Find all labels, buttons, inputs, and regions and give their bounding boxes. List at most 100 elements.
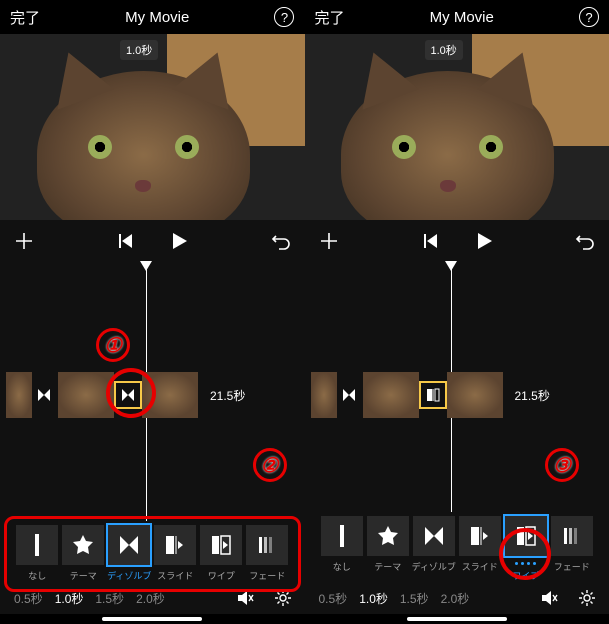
- variant-dots: [515, 562, 536, 565]
- clip[interactable]: [58, 372, 114, 418]
- fade-icon: [246, 525, 288, 565]
- annotation-label-1: ①: [96, 328, 130, 362]
- help-button[interactable]: ?: [274, 7, 294, 27]
- dissolve-icon: [108, 525, 150, 565]
- skip-back-button[interactable]: [113, 229, 137, 253]
- mute-button[interactable]: [233, 586, 257, 610]
- transport-bar: [0, 220, 305, 262]
- slide-icon: [459, 516, 501, 556]
- transition-label: なし: [333, 560, 351, 573]
- preview-content: [37, 71, 250, 220]
- duration-option[interactable]: 2.0秒: [437, 588, 474, 609]
- clip-track: 21.5秒: [305, 372, 609, 418]
- transition-label: なし: [28, 569, 46, 582]
- transition-label: テーマ: [374, 560, 401, 573]
- mute-button[interactable]: [537, 586, 561, 610]
- editor-pane-left: 完了 My Movie ? 1.0秒: [0, 0, 305, 624]
- clip[interactable]: [447, 372, 503, 418]
- duration-option[interactable]: 2.0秒: [132, 588, 169, 609]
- transition-option-slide[interactable]: スライド: [153, 525, 197, 582]
- transition-option-wipe[interactable]: ワイプ: [504, 516, 548, 582]
- remaining-duration: 21.5秒: [210, 387, 245, 404]
- transition-label: テーマ: [70, 569, 97, 582]
- wipe-icon: [505, 516, 547, 556]
- transition-option-wipe[interactable]: ワイプ: [199, 525, 243, 582]
- clip[interactable]: [142, 372, 198, 418]
- play-button[interactable]: [167, 229, 191, 253]
- transition-option-slide[interactable]: スライド: [458, 516, 502, 582]
- slide-icon: [154, 525, 196, 565]
- settings-button[interactable]: [271, 586, 295, 610]
- transition-option-none[interactable]: なし: [320, 516, 364, 582]
- transition-option-none[interactable]: なし: [15, 525, 59, 582]
- duration-options: 0.5秒1.0秒1.5秒2.0秒: [315, 588, 474, 609]
- transition-label: ディゾルブ: [412, 560, 456, 573]
- preview-content: [341, 71, 554, 220]
- transition-label: ワイプ: [512, 569, 539, 582]
- clip[interactable]: [311, 372, 337, 418]
- project-title: My Movie: [430, 9, 494, 26]
- home-indicator: [305, 614, 609, 624]
- add-media-button[interactable]: [317, 229, 341, 253]
- duration-row: 0.5秒1.0秒1.5秒2.0秒: [305, 584, 609, 614]
- clip[interactable]: [363, 372, 419, 418]
- transition-duration-badge: 1.0秒: [120, 40, 158, 60]
- transition-label: スライド: [462, 560, 498, 573]
- settings-button[interactable]: [575, 586, 599, 610]
- fade-icon: [551, 516, 593, 556]
- transition-node[interactable]: [32, 383, 56, 407]
- transport-bar: [305, 220, 609, 262]
- theme-icon: [367, 516, 409, 556]
- editor-pane-right: 完了 My Movie ? 1.0秒: [305, 0, 609, 624]
- skip-back-button[interactable]: [418, 229, 442, 253]
- clip-track: 21.5秒: [0, 372, 305, 418]
- preview-area[interactable]: 1.0秒: [305, 34, 609, 220]
- none-icon: [16, 525, 58, 565]
- header: 完了 My Movie ?: [305, 0, 609, 34]
- transition-option-fade[interactable]: フェード: [245, 525, 289, 582]
- duration-option[interactable]: 1.0秒: [51, 588, 88, 609]
- done-button[interactable]: 完了: [10, 7, 40, 28]
- timeline[interactable]: 21.5秒 ①: [0, 262, 305, 521]
- help-button[interactable]: ?: [579, 7, 599, 27]
- header: 完了 My Movie ?: [0, 0, 305, 34]
- transition-options-bar: なし テーマディゾルブスライドワイプ フェード: [305, 512, 609, 584]
- undo-button[interactable]: [269, 229, 293, 253]
- transition-option-theme[interactable]: テーマ: [61, 525, 105, 582]
- transition-label: スライド: [157, 569, 193, 582]
- duration-option[interactable]: 1.0秒: [355, 588, 392, 609]
- transition-node[interactable]: [337, 383, 361, 407]
- home-indicator: [0, 614, 305, 624]
- project-title: My Movie: [125, 9, 189, 26]
- undo-button[interactable]: [573, 229, 597, 253]
- transition-option-dissolve[interactable]: ディゾルブ: [107, 525, 151, 582]
- remaining-duration: 21.5秒: [515, 387, 550, 404]
- none-icon: [321, 516, 363, 556]
- transition-label: フェード: [249, 569, 285, 582]
- transition-option-theme[interactable]: テーマ: [366, 516, 410, 582]
- timeline[interactable]: 21.5秒: [305, 262, 609, 512]
- duration-option[interactable]: 0.5秒: [10, 588, 47, 609]
- duration-option[interactable]: 0.5秒: [315, 588, 352, 609]
- transition-label: フェード: [554, 560, 590, 573]
- duration-options: 0.5秒1.0秒1.5秒2.0秒: [10, 588, 169, 609]
- transition-option-fade[interactable]: フェード: [550, 516, 594, 582]
- play-button[interactable]: [472, 229, 496, 253]
- wipe-icon: [200, 525, 242, 565]
- transition-node-selected[interactable]: [421, 383, 445, 407]
- duration-option[interactable]: 1.5秒: [91, 588, 128, 609]
- theme-icon: [62, 525, 104, 565]
- add-media-button[interactable]: [12, 229, 36, 253]
- clip[interactable]: [6, 372, 32, 418]
- transition-node-selected[interactable]: [116, 383, 140, 407]
- duration-option[interactable]: 1.5秒: [396, 588, 433, 609]
- transition-option-dissolve[interactable]: ディゾルブ: [412, 516, 456, 582]
- transition-label: ディゾルブ: [107, 569, 151, 582]
- transition-duration-badge: 1.0秒: [425, 40, 463, 60]
- transition-options-bar: なし テーマディゾルブスライド ワイプ フェード: [0, 521, 305, 584]
- preview-area[interactable]: 1.0秒: [0, 34, 305, 220]
- done-button[interactable]: 完了: [315, 7, 345, 28]
- dissolve-icon: [413, 516, 455, 556]
- duration-row: 0.5秒1.0秒1.5秒2.0秒: [0, 584, 305, 614]
- transition-label: ワイプ: [208, 569, 235, 582]
